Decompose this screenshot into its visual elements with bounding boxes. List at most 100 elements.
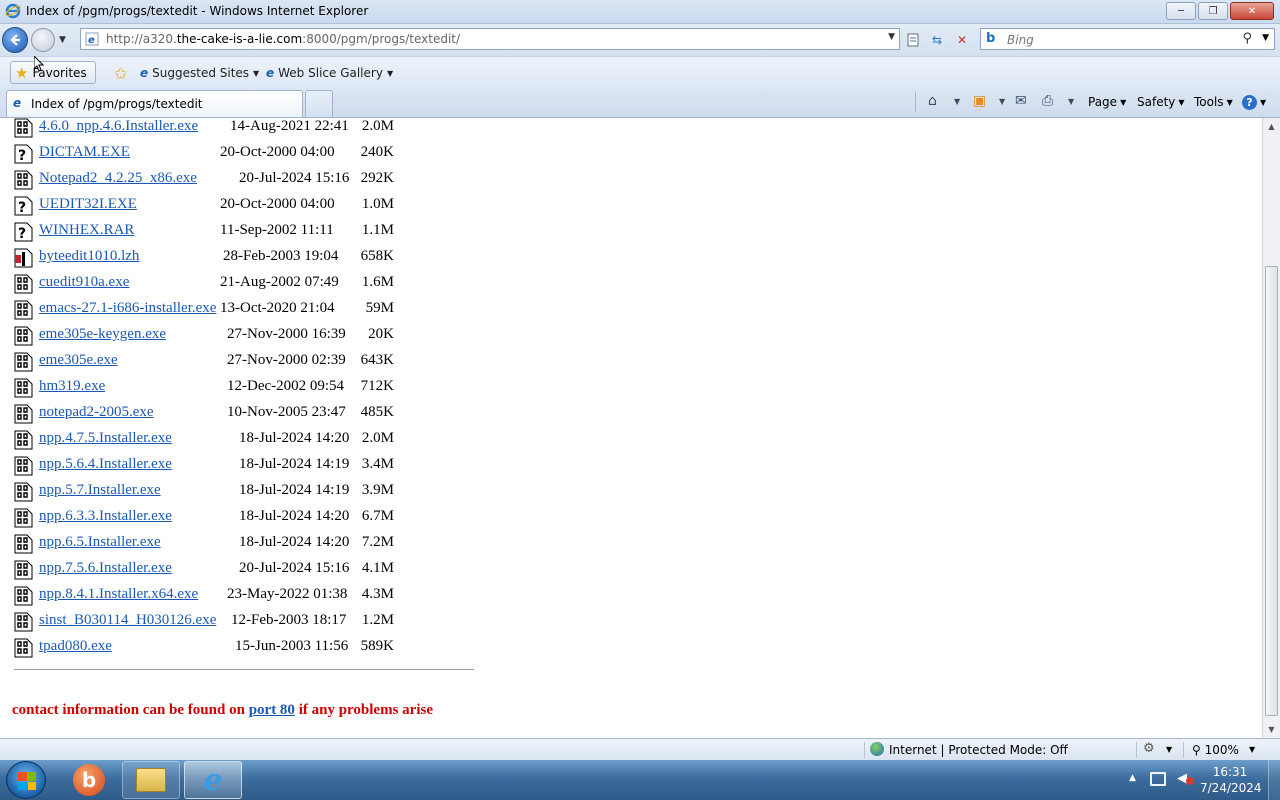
chevron-down-icon[interactable]: ▼	[1166, 745, 1172, 754]
suggested-sites-link[interactable]: e Suggested Sites ▼	[140, 66, 259, 80]
taskbar-file-explorer[interactable]	[122, 761, 180, 799]
maximize-button[interactable]: ❐	[1198, 2, 1228, 20]
chevron-down-icon: ▼	[1178, 97, 1185, 107]
home-dropdown-icon[interactable]: ▼	[954, 97, 960, 106]
contact-notice: contact information can be found on port…	[12, 702, 433, 719]
new-tab-button[interactable]	[305, 90, 333, 117]
file-size: 1.6M	[361, 274, 394, 290]
port-80-link[interactable]: port 80	[249, 702, 295, 718]
favorites-bar: ★ Favorites ✩ e Suggested Sites ▼ e Web …	[0, 56, 1280, 88]
file-link[interactable]: npp.5.6.4.Installer.exe	[39, 456, 172, 473]
ie-page-icon: e	[13, 96, 22, 110]
file-size: 643K	[360, 352, 394, 368]
search-box[interactable]: b Bing ⚲ ▼	[980, 28, 1275, 50]
binary-file-icon	[14, 456, 33, 476]
file-link[interactable]: npp.5.7.Installer.exe	[39, 482, 161, 499]
help-menu[interactable]: ? ▼	[1242, 95, 1266, 110]
clock-date[interactable]: 7/24/2024	[1200, 781, 1262, 795]
file-size: 712K	[360, 378, 394, 394]
file-link[interactable]: npp.6.5.Installer.exe	[39, 534, 161, 551]
file-link[interactable]: 4.6.0_npp.4.6.Installer.exe	[39, 118, 198, 135]
file-link[interactable]: DICTAM.EXE	[39, 144, 130, 161]
file-link[interactable]: WINHEX.RAR	[39, 222, 134, 239]
scroll-down-icon[interactable]: ▼	[1263, 721, 1280, 738]
feeds-dropdown-icon[interactable]: ▼	[999, 97, 1005, 106]
file-link[interactable]: npp.4.7.5.Installer.exe	[39, 430, 172, 447]
clock-time[interactable]: 16:31	[1202, 765, 1258, 779]
file-link[interactable]: eme305e-keygen.exe	[39, 326, 166, 343]
stop-icon[interactable]: ✕	[951, 30, 973, 50]
search-placeholder[interactable]: Bing	[1007, 33, 1034, 47]
binary-file-icon	[14, 378, 33, 398]
binary-file-icon	[14, 638, 33, 658]
home-icon[interactable]: ⌂	[928, 93, 937, 109]
start-button[interactable]	[6, 761, 46, 799]
file-link[interactable]: emacs-27.1-i686-installer.exe	[39, 300, 216, 317]
web-slice-gallery-link[interactable]: e Web Slice Gallery ▼	[266, 66, 393, 80]
safety-menu[interactable]: Safety ▼	[1137, 95, 1185, 109]
file-link[interactable]: sinst_B030114_H030126.exe	[39, 612, 216, 629]
scrollbar-thumb[interactable]	[1265, 266, 1278, 716]
page-menu[interactable]: Page ▼	[1088, 95, 1126, 109]
file-link[interactable]: tpad080.exe	[39, 638, 112, 655]
vertical-scrollbar[interactable]: ▲ ▼	[1262, 118, 1280, 738]
file-link[interactable]: Notepad2_4.2.25_x86.exe	[39, 170, 197, 187]
file-link[interactable]: notepad2-2005.exe	[39, 404, 154, 421]
taskbar-internet-explorer[interactable]: e	[184, 761, 242, 799]
feeds-icon[interactable]: ▣	[973, 93, 986, 109]
print-dropdown-icon[interactable]: ▼	[1068, 97, 1074, 106]
scroll-up-icon[interactable]: ▲	[1263, 118, 1280, 135]
binary-file-icon	[14, 118, 33, 138]
file-link[interactable]: hm319.exe	[39, 378, 105, 395]
address-bar[interactable]: e http://a320.the-cake-is-a-lie.com:8000…	[80, 28, 900, 50]
tools-menu[interactable]: Tools ▼	[1194, 95, 1233, 109]
binary-file-icon	[14, 508, 33, 528]
ie-page-icon: e	[266, 66, 275, 80]
search-options-dropdown-icon[interactable]: ▼	[1262, 33, 1269, 43]
unknown-file-icon: ?	[14, 222, 33, 242]
favorites-button[interactable]: ★ Favorites	[10, 61, 96, 84]
show-desktop-button[interactable]	[1268, 760, 1280, 800]
refresh-icon[interactable]: ⇆	[926, 30, 948, 50]
forward-button[interactable]	[31, 28, 55, 52]
binary-file-icon	[14, 404, 33, 424]
back-button[interactable]	[2, 27, 28, 53]
zoom-dropdown-icon[interactable]: ▼	[1249, 745, 1255, 754]
minimize-button[interactable]: ─	[1166, 2, 1196, 20]
show-hidden-icons-icon[interactable]: ▲	[1129, 773, 1136, 783]
add-to-favorites-bar-icon[interactable]: ✩	[114, 64, 127, 83]
file-date: 14-Aug-2021 22:41	[230, 118, 349, 134]
compatibility-view-icon[interactable]	[902, 30, 924, 50]
security-zone-text[interactable]: Internet | Protected Mode: Off	[889, 743, 1068, 757]
zoom-level[interactable]: ⚲ 100%	[1192, 743, 1239, 757]
address-dropdown-icon[interactable]: ▼	[888, 32, 895, 42]
file-link[interactable]: byteedit1010.lzh	[39, 248, 139, 265]
file-size: 2.0M	[361, 118, 394, 134]
address-row: ▼ e http://a320.the-cake-is-a-lie.com:80…	[0, 24, 1280, 56]
file-date: 10-Nov-2005 23:47	[227, 404, 346, 420]
binary-file-icon	[14, 170, 33, 190]
taskbar-browser-b[interactable]: b	[60, 761, 118, 799]
print-icon[interactable]: ⎙	[1042, 93, 1053, 109]
file-link[interactable]: cuedit910a.exe	[39, 274, 129, 291]
file-link[interactable]: npp.7.5.6.Installer.exe	[39, 560, 172, 577]
file-link[interactable]: UEDIT32I.EXE	[39, 196, 137, 213]
network-icon[interactable]	[1150, 772, 1166, 786]
back-arrow-icon	[10, 34, 20, 46]
file-date: 12-Dec-2002 09:54	[227, 378, 345, 394]
file-link[interactable]: npp.6.3.3.Installer.exe	[39, 508, 172, 525]
recent-pages-dropdown-icon[interactable]: ▼	[59, 35, 66, 45]
zoom-value: 100%	[1204, 743, 1239, 757]
file-link[interactable]: eme305e.exe	[39, 352, 118, 369]
security-settings-icon[interactable]: ⚙	[1143, 741, 1155, 756]
file-size: 658K	[360, 248, 394, 264]
tab-index-textedit[interactable]: e Index of /pgm/progs/textedit	[6, 90, 303, 117]
url-text[interactable]: http://a320.the-cake-is-a-lie.com:8000/p…	[106, 32, 460, 46]
file-link[interactable]: npp.8.4.1.Installer.x64.exe	[39, 586, 198, 603]
internet-explorer-icon	[5, 3, 21, 19]
file-size: 59M	[365, 300, 394, 316]
search-icon[interactable]: ⚲	[1242, 31, 1252, 46]
file-date: 20-Oct-2000 04:00	[220, 144, 335, 160]
close-button[interactable]: ✕	[1230, 2, 1274, 20]
read-mail-icon[interactable]: ✉	[1015, 93, 1027, 109]
